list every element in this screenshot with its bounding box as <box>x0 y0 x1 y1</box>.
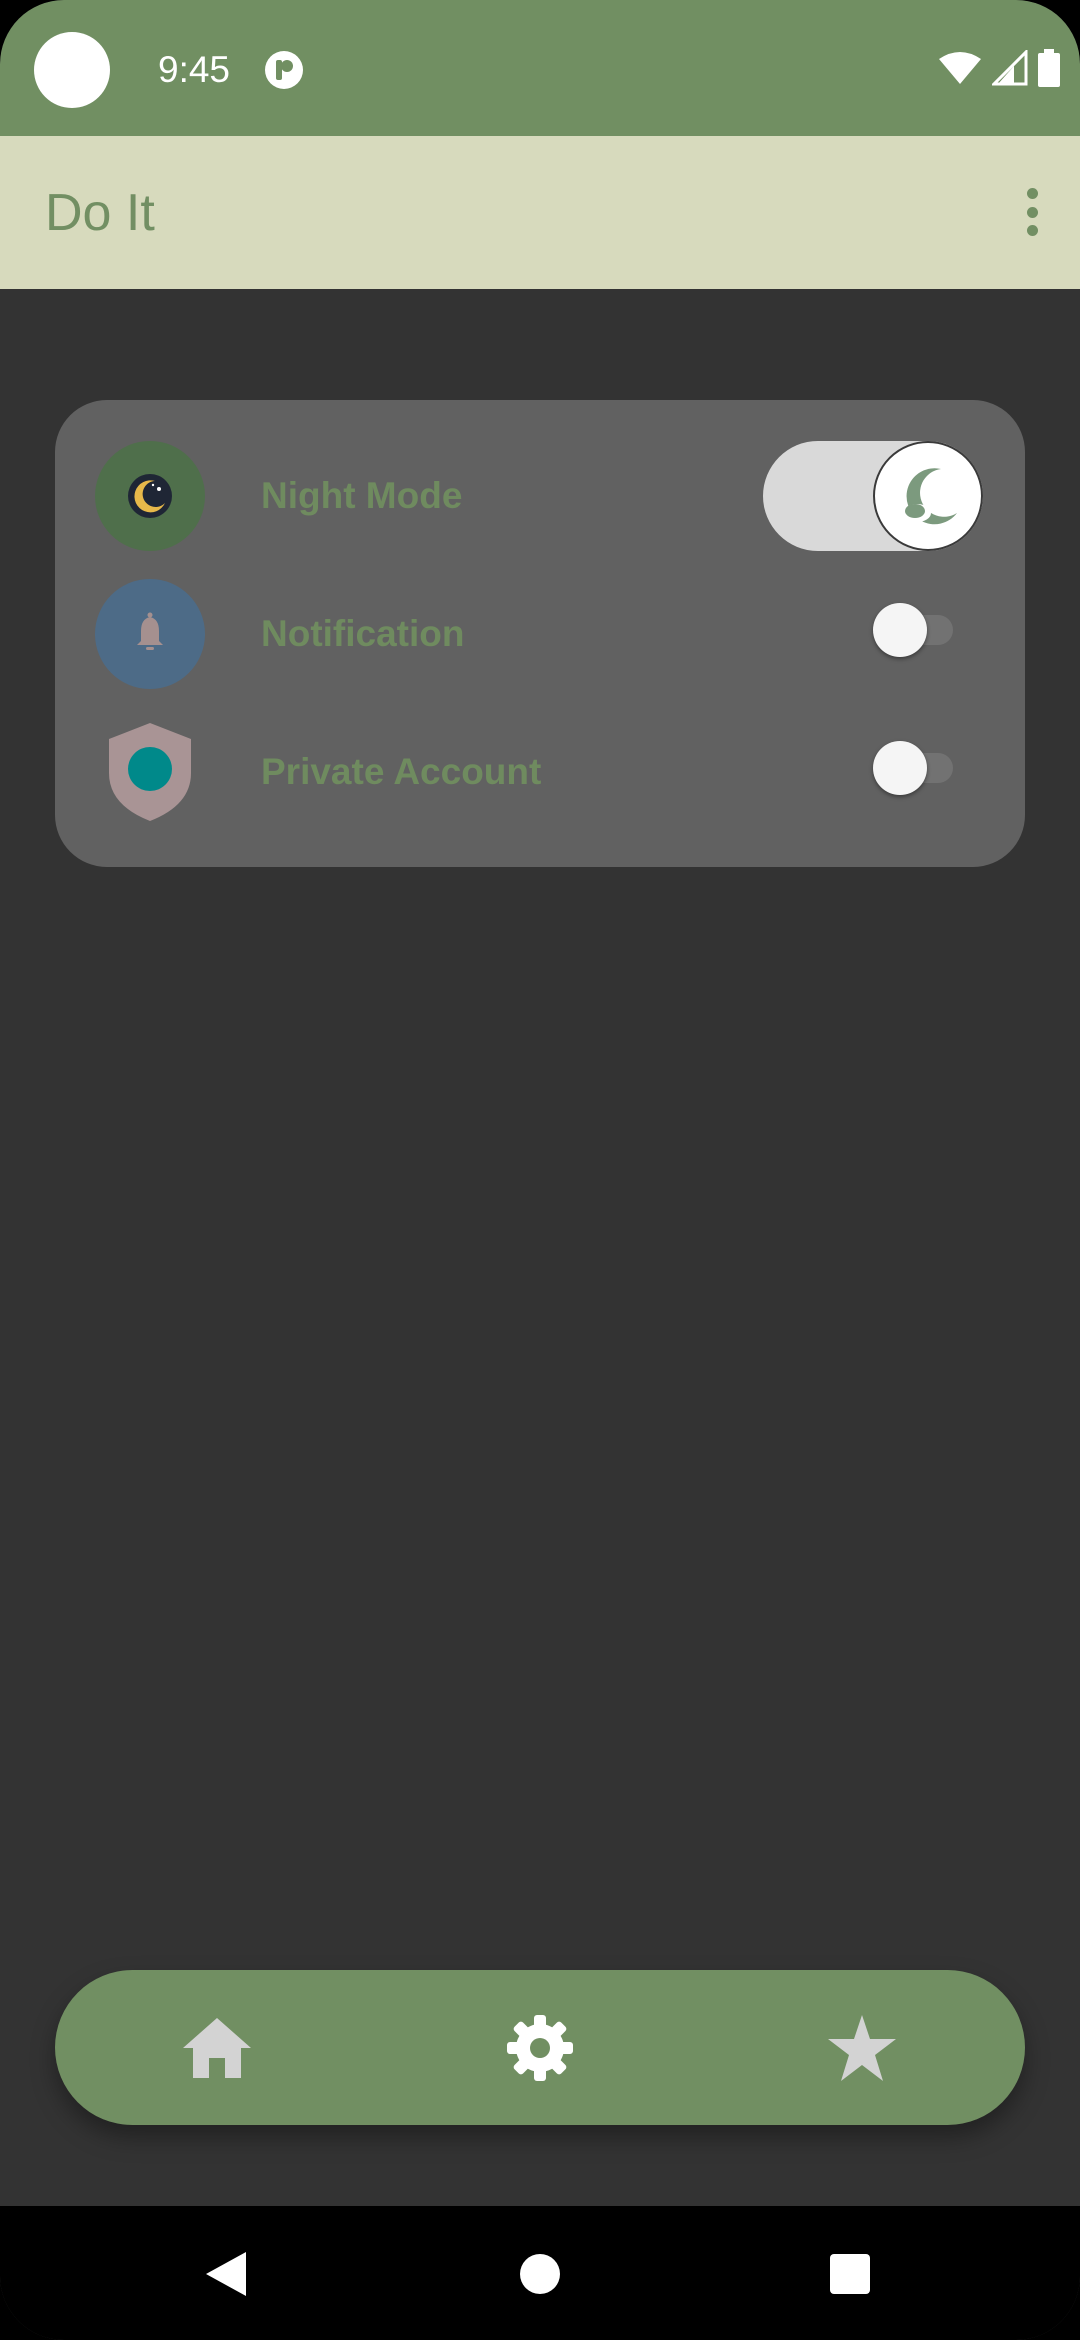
setting-label-notification: Notification <box>261 613 465 654</box>
status-bar: 9:45 <box>0 0 1080 136</box>
private-account-toggle[interactable] <box>873 741 953 795</box>
star-icon[interactable] <box>822 2008 902 2088</box>
recents-icon[interactable] <box>826 2250 874 2298</box>
bell-icon <box>95 579 205 689</box>
app-notification-icon <box>265 51 303 89</box>
system-navigation-bar <box>0 2206 1080 2340</box>
wifi-icon <box>939 52 981 84</box>
setting-row-private-account: Private Account <box>55 717 1025 837</box>
battery-icon <box>1038 49 1060 87</box>
moon-cloud-icon <box>903 468 957 525</box>
status-icons <box>938 48 1060 88</box>
app-bar: Do It <box>0 136 1080 289</box>
setting-label-private-account: Private Account <box>261 751 542 792</box>
camera-cutout <box>34 32 110 108</box>
home-circle-icon[interactable] <box>516 2250 564 2298</box>
moon-icon <box>95 441 205 551</box>
shield-icon <box>95 717 205 827</box>
toggle-thumb <box>873 441 983 551</box>
setting-label-night-mode: Night Mode <box>261 475 463 516</box>
notification-toggle[interactable] <box>873 603 953 657</box>
bottom-navigation <box>55 1970 1025 2125</box>
status-time: 9:45 <box>158 49 231 90</box>
setting-row-notification: Notification <box>55 579 1025 699</box>
phone-screen: 9:45 Do It Night Mode Notification Priva… <box>0 0 1080 2340</box>
cellular-signal-icon <box>992 50 1028 86</box>
settings-card: Night Mode Notification Private Account <box>55 400 1025 867</box>
night-mode-toggle[interactable] <box>763 441 983 551</box>
setting-row-night-mode: Night Mode <box>55 441 1025 561</box>
app-title: Do It <box>45 184 155 242</box>
home-icon[interactable] <box>177 2008 257 2088</box>
gear-icon[interactable] <box>500 2008 580 2088</box>
back-icon[interactable] <box>202 2250 250 2298</box>
more-vertical-icon[interactable] <box>1020 188 1044 236</box>
